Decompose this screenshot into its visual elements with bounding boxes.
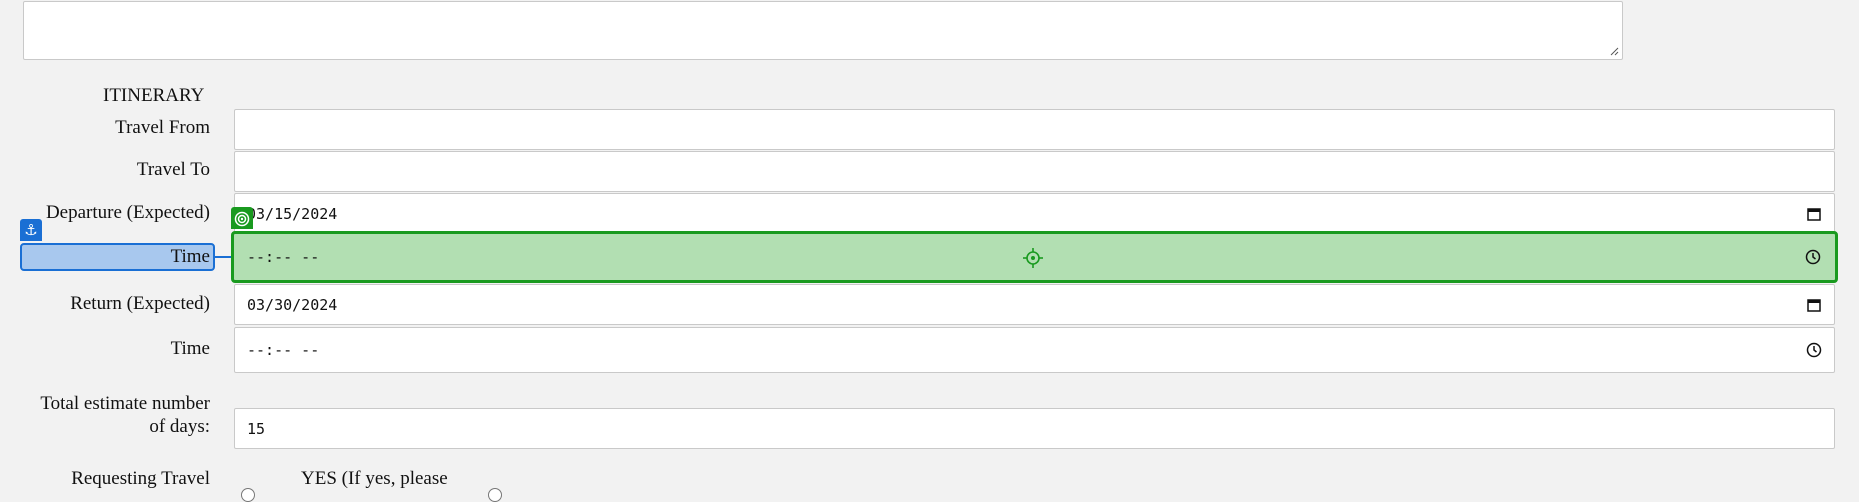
- clock-icon[interactable]: [1806, 342, 1822, 358]
- total-days-label-line1: Total estimate number: [40, 393, 210, 414]
- anchor-icon: ⚓: [20, 219, 42, 241]
- yes-option-label: YES (If yes, please: [301, 468, 448, 489]
- calendar-icon[interactable]: [1806, 206, 1822, 222]
- resize-grip-icon[interactable]: [1610, 47, 1619, 56]
- return-date-input[interactable]: 03/30/2024: [234, 284, 1835, 325]
- clock-icon[interactable]: [1805, 249, 1821, 265]
- return-time-value: --:-- --: [247, 341, 320, 359]
- departure-time-label: Time: [170, 246, 210, 267]
- target-icon: [234, 211, 250, 227]
- total-days-value: 15: [247, 419, 266, 438]
- target-tag: [231, 207, 253, 229]
- travel-to-input[interactable]: [234, 151, 1835, 192]
- departure-time-value: --:-- --: [247, 248, 320, 266]
- return-date-value: 03/30/2024: [247, 295, 338, 314]
- itinerary-heading: ITINERARY: [103, 85, 205, 106]
- requesting-travel-label: Requesting Travel: [71, 468, 210, 489]
- travel-to-label: Travel To: [136, 159, 210, 180]
- travel-from-label: Travel From: [115, 117, 210, 138]
- calendar-icon[interactable]: [1806, 297, 1822, 313]
- return-label: Return (Expected): [70, 293, 210, 314]
- departure-date-value: 03/15/2024: [247, 204, 338, 223]
- departure-label: Departure (Expected): [45, 202, 210, 223]
- return-time-label: Time: [170, 338, 210, 359]
- crosshair-icon: [1023, 248, 1043, 268]
- no-radio[interactable]: [488, 488, 502, 502]
- yes-radio[interactable]: [241, 488, 255, 502]
- departure-date-input[interactable]: 03/15/2024: [234, 193, 1835, 234]
- anchor-connector-line: [215, 256, 231, 258]
- total-days-label-line2: of days:: [149, 416, 210, 437]
- total-days-input[interactable]: 15: [234, 408, 1835, 449]
- comments-textarea[interactable]: [23, 1, 1623, 60]
- travel-from-input[interactable]: [234, 109, 1835, 150]
- return-time-input[interactable]: --:-- --: [234, 327, 1835, 373]
